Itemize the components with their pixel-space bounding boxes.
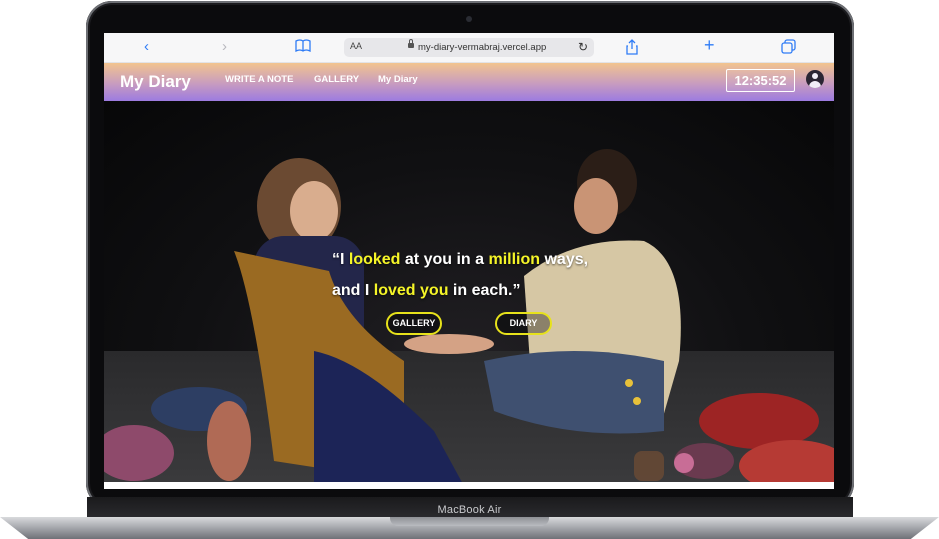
screen: ‹ › AA my-diary-vermabraj.vercel.app ↻ +… [104, 33, 834, 489]
forward-icon[interactable]: › [222, 38, 227, 56]
camera-icon [466, 16, 472, 22]
share-icon[interactable] [625, 39, 639, 57]
brand-logo[interactable]: My Diary [120, 72, 191, 92]
quote-text: “I [332, 251, 349, 268]
hero-quote-line2: and I loved you in each.” [332, 275, 632, 306]
hero-section: “I looked at you in a million ways, and … [104, 101, 834, 489]
reload-icon[interactable]: ↻ [578, 40, 588, 54]
gallery-button[interactable]: GALLERY [386, 312, 442, 335]
quote-highlight: loved you [373, 282, 449, 299]
quote-highlight: million [488, 251, 541, 268]
hero-quote-line1: “I looked at you in a million ways, [332, 244, 632, 275]
browser-toolbar: ‹ › AA my-diary-vermabraj.vercel.app ↻ + [104, 33, 834, 63]
quote-text: in each.” [448, 282, 521, 299]
url-text: my-diary-vermabraj.vercel.app [418, 42, 547, 53]
back-icon[interactable]: ‹ [144, 38, 149, 56]
reader-text-size[interactable]: AA [350, 41, 362, 51]
quote-text: ways, [540, 251, 589, 268]
new-tab-icon[interactable]: + [704, 36, 715, 54]
nav-gallery[interactable]: GALLERY [314, 74, 359, 85]
quote-text: at you in a [400, 251, 489, 268]
clock-display: 12:35:52 [726, 69, 795, 92]
nav-write-a-note[interactable]: WRITE A NOTE [225, 74, 293, 85]
tabs-icon[interactable] [781, 39, 796, 57]
diary-button[interactable]: DIARY [495, 312, 552, 335]
laptop-notch [390, 517, 549, 526]
nav-my-diary[interactable]: My Diary [378, 74, 418, 85]
site-navbar: My Diary WRITE A NOTE GALLERY My Diary 1… [104, 63, 834, 101]
laptop-model-label: MacBook Air [437, 504, 502, 516]
page-bottom-strip [104, 482, 834, 489]
account-icon[interactable] [806, 70, 824, 88]
book-icon[interactable] [295, 39, 311, 57]
quote-text: and I [332, 282, 374, 299]
lock-icon [408, 39, 414, 48]
quote-highlight: looked [348, 251, 401, 268]
url-field[interactable]: AA my-diary-vermabraj.vercel.app ↻ [344, 38, 594, 57]
